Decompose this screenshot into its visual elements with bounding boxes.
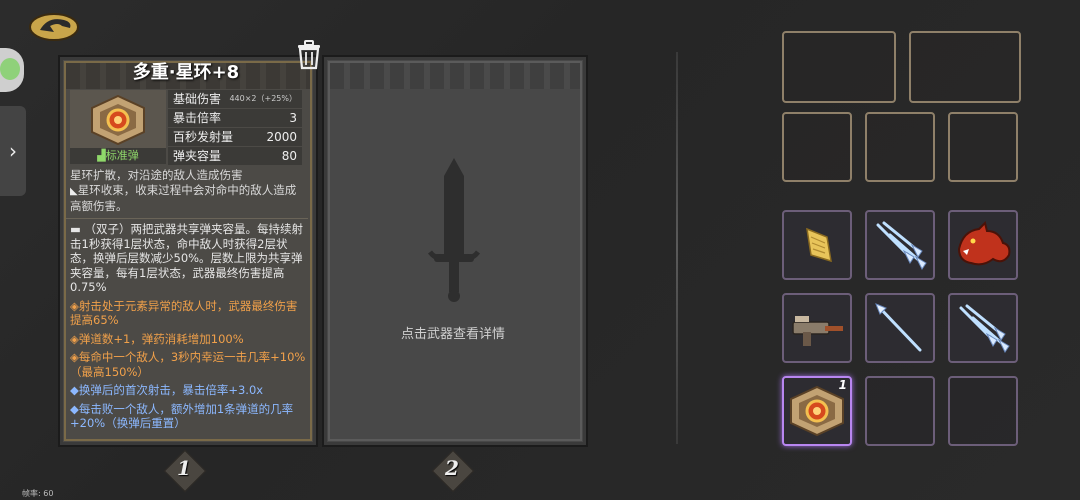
inventory-slot[interactable] — [782, 210, 852, 280]
effect-item: ▬ （双子）两把武器共享弹夹容量。每持续射击1秒获得1层状态，命中敌人时获得2层… — [70, 222, 306, 295]
avatar-tab[interactable] — [0, 48, 24, 92]
vertical-divider — [676, 52, 678, 444]
equipment-slot[interactable] — [782, 112, 852, 182]
avatar — [0, 58, 20, 80]
back-arrow-icon[interactable] — [28, 10, 80, 42]
inventory-slot[interactable] — [782, 293, 852, 363]
equipment-slot[interactable] — [865, 112, 935, 182]
effect-item: ◈射击处于元素异常的敌人时，武器最终伤害提高65% — [70, 298, 298, 328]
stat-value: 3 — [289, 111, 297, 125]
effect-text: （双子）两把武器共享弹夹容量。每持续射击1秒获得1层状态，命中敌人时获得2层状态… — [70, 222, 304, 294]
stat-value: 2000 — [266, 130, 297, 144]
stat-row-base-damage: 基础伤害 440×2（+25%） — [168, 90, 302, 108]
stat-row-fire-rate: 百秒发射量 2000 — [168, 128, 302, 146]
inventory-slot-empty[interactable] — [865, 376, 935, 446]
equipment-slot[interactable] — [948, 112, 1018, 182]
equipment-slot-large[interactable] — [782, 31, 896, 103]
slot-number-2[interactable]: 2 — [431, 449, 475, 493]
stat-row-crit-multiplier: 暴击倍率 3 — [168, 109, 302, 127]
gun-item-icon — [792, 316, 843, 346]
divider — [66, 218, 308, 219]
inventory-slot[interactable] — [865, 293, 935, 363]
effect-item: ◈弹道数+1，弹药消耗增加100% — [70, 331, 244, 346]
ammo-type-icon: ▟ — [97, 149, 106, 162]
scroll-item-icon — [806, 227, 832, 263]
effect-item: ◈每命中一个敌人，3秒内幸运一击几率+10%（最高150%） — [70, 350, 306, 379]
inventory-slot[interactable] — [948, 210, 1018, 280]
item-count: 1 — [838, 378, 847, 392]
ammo-type-label: 标准弹 — [105, 149, 139, 162]
stat-label: 弹夹容量 — [173, 149, 222, 163]
weapon-description: 星环扩散，对沿途的敌人造成伤害 ◣星环收束，收束过程中会对命中的敌人造成高额伤害… — [70, 168, 306, 214]
alt-fire-icon: ◣ — [70, 186, 78, 197]
slot-number-1[interactable]: 1 — [163, 449, 207, 493]
twin-icon: ▬ — [70, 222, 85, 236]
inventory-slot[interactable] — [948, 293, 1018, 363]
stat-label: 基础伤害 — [173, 92, 222, 106]
alt-fire-text: 星环收束，收束过程中会对命中的敌人造成高额伤害。 — [70, 183, 297, 213]
star-ring-weapon-icon — [91, 94, 145, 146]
inventory-slot-empty[interactable] — [948, 376, 1018, 446]
stat-label: 暴击倍率 — [173, 111, 222, 125]
tap-weapon-hint: 点击武器查看详情 — [400, 327, 505, 342]
fps-counter: 帧率: 60 — [22, 489, 54, 498]
stat-row-magazine: 弹夹容量 80 — [168, 147, 302, 165]
inventory-slot[interactable] — [865, 210, 935, 280]
effect-item: ◆换弹后的首次射击，暴击倍率+3.0x — [70, 383, 264, 397]
sword-placeholder-icon — [428, 158, 480, 302]
inventory-slot-selected[interactable]: 1 — [782, 376, 852, 446]
chevron-right-icon: › — [9, 139, 17, 163]
equipment-slot-large[interactable] — [909, 31, 1021, 103]
expand-sidebar-button[interactable]: › — [0, 106, 26, 196]
spear-item-icon — [875, 303, 922, 352]
stat-value: 80 — [281, 149, 297, 163]
weapon-effects-list: ▬ （双子）两把武器共享弹夹容量。每持续射击1秒获得1层状态，命中敌人时获得2层… — [70, 222, 306, 435]
slot-number-label: 1 — [177, 456, 191, 480]
stat-label: 百秒发射量 — [173, 130, 234, 144]
red-beast-item-icon — [957, 221, 1011, 266]
alt-fire-description: ◣星环收束，收束过程中会对命中的敌人造成高额伤害。 — [70, 183, 306, 214]
slot-number-label: 2 — [445, 456, 459, 480]
ice-spikes-item-icon — [959, 304, 1010, 353]
ice-spikes-item-icon — [876, 221, 927, 270]
stat-value: 440×2（+25%） — [229, 94, 297, 103]
effect-item: ◆每击败一个敌人，额外增加1条弹道的几率+20%（换弹后重置） — [70, 401, 294, 431]
fire-mode-description: 星环扩散，对沿途的敌人造成伤害 — [70, 168, 243, 182]
ammo-type-badge: ▟标准弹 — [70, 148, 166, 164]
weapon-name: 多重·星环+8 — [132, 62, 240, 83]
